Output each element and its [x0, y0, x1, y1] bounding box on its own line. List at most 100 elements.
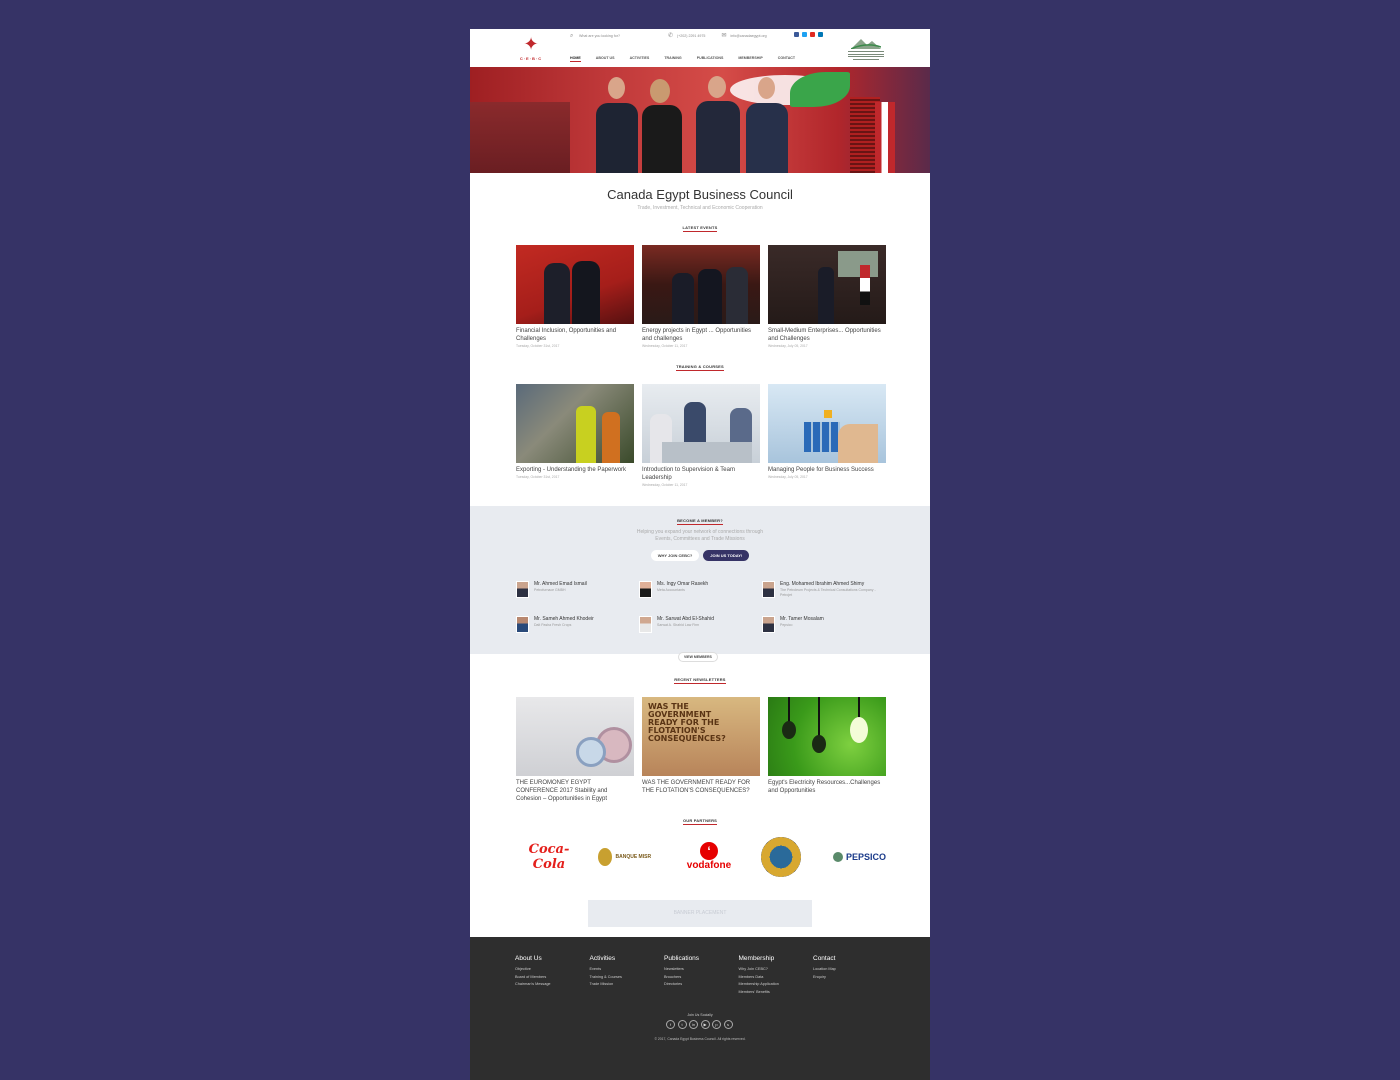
footer-link[interactable]: Location Map [813, 966, 888, 974]
footer-link[interactable]: Objective [515, 966, 590, 974]
nav-membership[interactable]: MEMBERSHIP [738, 56, 762, 62]
member-name[interactable]: Eng. Mohamed Ibrahim Ahmed Shimy [780, 581, 885, 587]
phone-icon: ✆ [667, 33, 673, 39]
event-card[interactable]: Financial Inclusion, Opportunities and C… [516, 245, 634, 348]
newsletter-title[interactable]: WAS THE GOVERNMENT READY FOR THE FLOTATI… [642, 779, 760, 795]
page-title: Canada Egypt Business Council [607, 187, 793, 202]
event-photo[interactable] [516, 245, 634, 324]
course-title[interactable]: Managing People for Business Success [768, 466, 886, 474]
course-photo[interactable] [516, 384, 634, 463]
nav-about-us[interactable]: ABOUT US [596, 56, 615, 62]
latest-events-heading: LATEST EVENTS [682, 225, 718, 232]
member-name[interactable]: Mr. Sarwat Abd El-Shahid [657, 616, 714, 622]
search-field[interactable]: ⌕ What are you looking for? [570, 33, 620, 39]
footer-heading[interactable]: Activities [590, 955, 665, 962]
footer-link[interactable]: Members Data [739, 974, 814, 982]
search-icon: ⌕ [570, 33, 574, 39]
event-card[interactable]: Energy projects in Egypt ... Opportuniti… [642, 245, 760, 348]
skype-icon[interactable]: s [723, 1020, 733, 1029]
members-grid: Mr. Ahmed Emad Ismail Petrofurnace GMBH M… [516, 581, 896, 651]
youtube-icon[interactable]: ▶ [700, 1020, 710, 1029]
footer-link[interactable]: Newsletters [664, 966, 739, 974]
newsletter-image[interactable]: WAS THE GOVERNMENT READY FOR THE FLOTATI… [642, 697, 760, 776]
pinterest-icon[interactable]: p [712, 1020, 721, 1029]
member-name[interactable]: Ms. Ingy Omar Rasekh [657, 581, 708, 587]
footer-link[interactable]: Board of Members [515, 974, 590, 982]
training-list: Exporting - Understanding the Paperwork … [516, 384, 886, 487]
partner-logo-cocacola[interactable]: Coca-Cola [516, 842, 582, 872]
join-us-button[interactable]: JOIN US TODAY! [703, 550, 750, 561]
partner-logo-pepsico[interactable]: PEPSICO [816, 852, 886, 862]
member-name[interactable]: Mr. Tamer Mosalam [780, 616, 824, 622]
partner-logo-banque-misr[interactable]: BANQUE MISR [597, 848, 664, 866]
event-title[interactable]: Energy projects in Egypt ... Opportuniti… [642, 327, 760, 343]
course-photo[interactable] [768, 384, 886, 463]
member-item[interactable]: Mr. Sameh Ahmed Khodeir Dalt Pasha Fresh … [516, 616, 639, 633]
footer-link[interactable]: Trade Mission [590, 981, 665, 989]
hero-banner-photo [470, 67, 930, 173]
newsletter-card[interactable]: THE EUROMONEY EGYPT CONFERENCE 2017 Stab… [516, 697, 634, 803]
footer-link[interactable]: Chairman's Message [515, 981, 590, 989]
footer-link[interactable]: Events [590, 966, 665, 974]
banner-placement[interactable]: BANNER PLACEMENT [588, 900, 812, 927]
facebook-icon[interactable] [794, 32, 799, 37]
search-input[interactable]: What are you looking for? [579, 34, 620, 38]
twitter-icon[interactable] [802, 32, 807, 37]
member-item[interactable]: Mr. Ahmed Emad Ismail Petrofurnace GMBH [516, 581, 639, 598]
partner-logo-vodafone[interactable]: ‘ vodafone [679, 842, 739, 872]
email-address[interactable]: info@canadaegypt.org [730, 34, 766, 38]
event-title[interactable]: Financial Inclusion, Opportunities and C… [516, 327, 634, 343]
member-item[interactable]: Ms. Ingy Omar Rasekh Meta Accountants [639, 581, 762, 598]
footer-link[interactable]: Members' Benefits [739, 989, 814, 997]
course-card[interactable]: Managing People for Business Success Wed… [768, 384, 886, 487]
membership-buttons: WHY JOIN CEBC? JOIN US TODAY! [470, 550, 930, 561]
footer-heading[interactable]: Membership [739, 955, 814, 962]
course-photo[interactable] [642, 384, 760, 463]
course-title[interactable]: Exporting - Understanding the Paperwork [516, 466, 634, 474]
nav-publications[interactable]: PUBLICATIONS [697, 56, 724, 62]
member-item[interactable]: Mr. Tamer Mosalam Pepsico [762, 616, 885, 633]
footer-link[interactable]: Training & Courses [590, 974, 665, 982]
newsletter-title[interactable]: Egypt's Electricity Resources...Challeng… [768, 779, 886, 795]
email-info[interactable]: ✉ info@canadaegypt.org [721, 33, 766, 39]
event-photo[interactable] [642, 245, 760, 324]
footer-heading[interactable]: Contact [813, 955, 888, 962]
nav-training[interactable]: TRAINING [664, 56, 681, 62]
why-join-button[interactable]: WHY JOIN CEBC? [650, 550, 700, 561]
facebook-icon[interactable]: f [666, 1020, 675, 1029]
nav-activities[interactable]: ACTIVITIES [630, 56, 650, 62]
hero-backdrop-panel [470, 102, 570, 173]
nav-home[interactable]: HOME [570, 56, 581, 62]
footer-link[interactable]: Enquiry [813, 974, 888, 982]
newsletter-title[interactable]: THE EUROMONEY EGYPT CONFERENCE 2017 Stab… [516, 779, 634, 803]
footer-heading[interactable]: Publications [664, 955, 739, 962]
member-name[interactable]: Mr. Ahmed Emad Ismail [534, 581, 587, 587]
newsletter-card[interactable]: WAS THE GOVERNMENT READY FOR THE FLOTATI… [642, 697, 760, 803]
newsletter-image[interactable] [768, 697, 886, 776]
footer-heading[interactable]: About Us [515, 955, 590, 962]
member-item[interactable]: Mr. Sarwat Abd El-Shahid Sarwat A. Shahid… [639, 616, 762, 633]
event-card[interactable]: Small-Medium Enterprises... Opportunitie… [768, 245, 886, 348]
view-members-button[interactable]: VIEW MEMBERS [678, 652, 718, 662]
footer-link[interactable]: Directories [664, 981, 739, 989]
newsletter-card[interactable]: Egypt's Electricity Resources...Challeng… [768, 697, 886, 803]
youtube-icon[interactable] [810, 32, 815, 37]
footer-link[interactable]: Brouchers [664, 974, 739, 982]
event-photo[interactable] [768, 245, 886, 324]
linkedin-icon[interactable] [818, 32, 823, 37]
partner-logo-seal[interactable] [760, 837, 801, 877]
linkedin-icon[interactable]: in [689, 1020, 698, 1029]
course-card[interactable]: Introduction to Supervision & Team Leade… [642, 384, 760, 487]
member-name[interactable]: Mr. Sameh Ahmed Khodeir [534, 616, 594, 622]
footer-link[interactable]: Why Join CEBC? [739, 966, 814, 974]
course-title[interactable]: Introduction to Supervision & Team Leade… [642, 466, 760, 482]
nav-contact[interactable]: CONTACT [778, 56, 795, 62]
event-title[interactable]: Small-Medium Enterprises... Opportunitie… [768, 327, 886, 343]
footer-link[interactable]: Membership Application [739, 981, 814, 989]
site-logo[interactable]: ✦ C·E·B·C [514, 34, 548, 64]
event-date: Wednesday, October 11, 2017 [642, 344, 688, 348]
newsletter-image[interactable] [516, 697, 634, 776]
twitter-icon[interactable]: t [677, 1020, 687, 1029]
course-card[interactable]: Exporting - Understanding the Paperwork … [516, 384, 634, 487]
member-item[interactable]: Eng. Mohamed Ibrahim Ahmed Shimy The Petr… [762, 581, 885, 598]
